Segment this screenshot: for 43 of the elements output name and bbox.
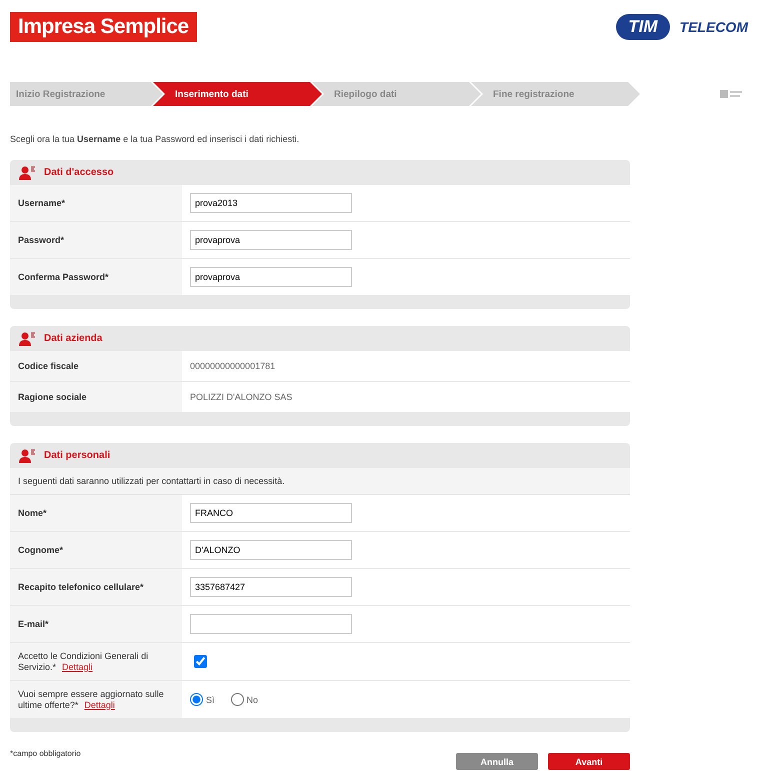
section-description: I seguenti dati saranno utilizzati per contattarti in caso di necessità.	[10, 468, 630, 495]
option-label: No	[246, 694, 258, 704]
field-label: Conferma Password*	[18, 272, 109, 282]
field-label: E-mail*	[18, 618, 49, 630]
next-button[interactable]: Avanti	[548, 753, 630, 770]
input-field[interactable]: prova2013	[190, 193, 352, 213]
radio-option[interactable]: No	[230, 693, 258, 706]
details-link[interactable]: Dettagli	[62, 662, 93, 672]
field-label: Username*	[18, 198, 66, 208]
input-field[interactable]: D'ALONZO	[190, 540, 352, 560]
field-label: Ragione sociale	[18, 392, 87, 402]
section-title: Dati personali	[44, 450, 110, 461]
tim-logo: TIM	[616, 14, 670, 40]
brand-logo: Impresa Semplice	[10, 12, 197, 42]
details-link[interactable]: Dettagli	[84, 700, 115, 710]
option-label: Sì	[206, 694, 215, 704]
input-field[interactable]: provaprova	[190, 267, 352, 287]
radio-button[interactable]	[230, 693, 244, 706]
field-label: Cognome*	[18, 544, 63, 556]
field-value: POLIZZI D'ALONZO SAS	[190, 392, 292, 402]
field-label: Recapito telefonico cellulare*	[18, 582, 144, 592]
user-icon	[18, 166, 36, 180]
seal-icon	[720, 88, 744, 100]
telecom-logo: TELECOM	[680, 19, 748, 35]
input-field[interactable]: FRANCO	[190, 503, 352, 523]
input-field[interactable]	[190, 614, 352, 634]
field-value: 00000000000001781	[190, 361, 276, 371]
field-label: Accetto le Condizioni Generali di Servizio.* Dettagli	[18, 650, 150, 672]
input-field[interactable]: provaprova	[190, 230, 352, 250]
radio-option[interactable]: Sì	[190, 693, 215, 706]
field-label: Codice fiscale	[18, 360, 79, 372]
user-icon	[18, 448, 36, 462]
section-title: Dati d'accesso	[44, 167, 114, 178]
footnote: *campo obbligatorio	[10, 749, 81, 758]
radio-button[interactable]	[190, 693, 203, 706]
field-label: Nome*	[18, 508, 47, 518]
field-label: Password*	[18, 234, 64, 246]
intro-text: Scegli ora la tua Username e la tua Password ed inserisci i dati richiesti.	[10, 134, 300, 144]
checkbox[interactable]	[194, 655, 207, 668]
field-label: Vuoi sempre essere aggiornato sulle ultime offerte?* Dettagli	[18, 688, 165, 710]
user-icon	[18, 332, 36, 346]
section-title: Dati azienda	[44, 333, 102, 344]
input-field[interactable]: 3357687427	[190, 577, 352, 597]
